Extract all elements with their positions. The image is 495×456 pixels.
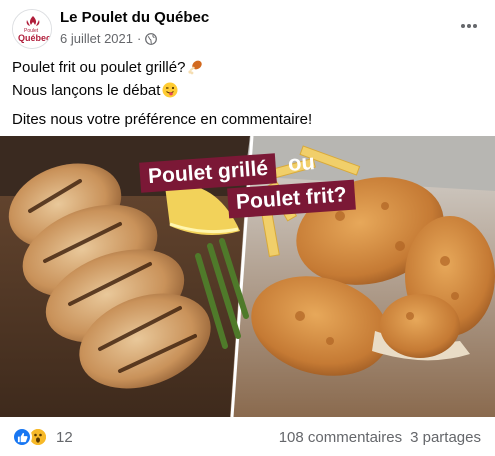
facebook-post: Poulet Québec Le Poulet du Québec 6 juil… bbox=[0, 0, 495, 456]
post-date-link[interactable]: 6 juillet 2021 bbox=[60, 31, 133, 46]
post-header: Poulet Québec Le Poulet du Québec 6 juil… bbox=[0, 0, 495, 52]
post-image[interactable]: Poulet grillé ou Poulet frit? bbox=[0, 136, 495, 417]
post-text-line-1-text: Poulet frit ou poulet grillé? bbox=[12, 59, 186, 76]
drumstick-emoji-icon bbox=[187, 59, 203, 81]
avatar[interactable]: Poulet Québec bbox=[12, 9, 52, 49]
globe-icon[interactable] bbox=[145, 32, 158, 45]
comments-count-link[interactable]: 108 commentaires bbox=[279, 429, 402, 446]
post-text-line-1: Poulet frit ou poulet grillé? bbox=[12, 58, 482, 81]
meta-separator: · bbox=[137, 31, 142, 46]
post-text-line-3: Dites nous votre préférence en commentai… bbox=[12, 111, 313, 128]
post-footer: 12 108 commentaires 3 partages bbox=[0, 417, 495, 456]
post-text-line-2-text: Nous lançons le débat bbox=[12, 82, 161, 99]
post-meta: 6 juillet 2021 · bbox=[60, 31, 158, 46]
reactions-summary[interactable]: 12 bbox=[12, 427, 73, 447]
logo-large-text: Québec bbox=[18, 33, 51, 43]
post-text: Poulet frit ou poulet grillé? Nous lanço… bbox=[12, 58, 482, 130]
post-text-line-2: Nous lançons le débat bbox=[12, 81, 482, 104]
shares-count-link[interactable]: 3 partages bbox=[410, 429, 481, 446]
like-icon bbox=[12, 427, 32, 447]
poulet-quebec-logo: Poulet Québec bbox=[13, 10, 51, 48]
winking-tongue-emoji-icon bbox=[162, 82, 178, 104]
post-stats: 108 commentaires 3 partages bbox=[279, 429, 481, 446]
reaction-count: 12 bbox=[56, 428, 73, 446]
page-name-link[interactable]: Le Poulet du Québec bbox=[60, 9, 209, 26]
banner-ou: ou bbox=[287, 149, 316, 176]
ellipsis-icon[interactable] bbox=[457, 14, 481, 38]
